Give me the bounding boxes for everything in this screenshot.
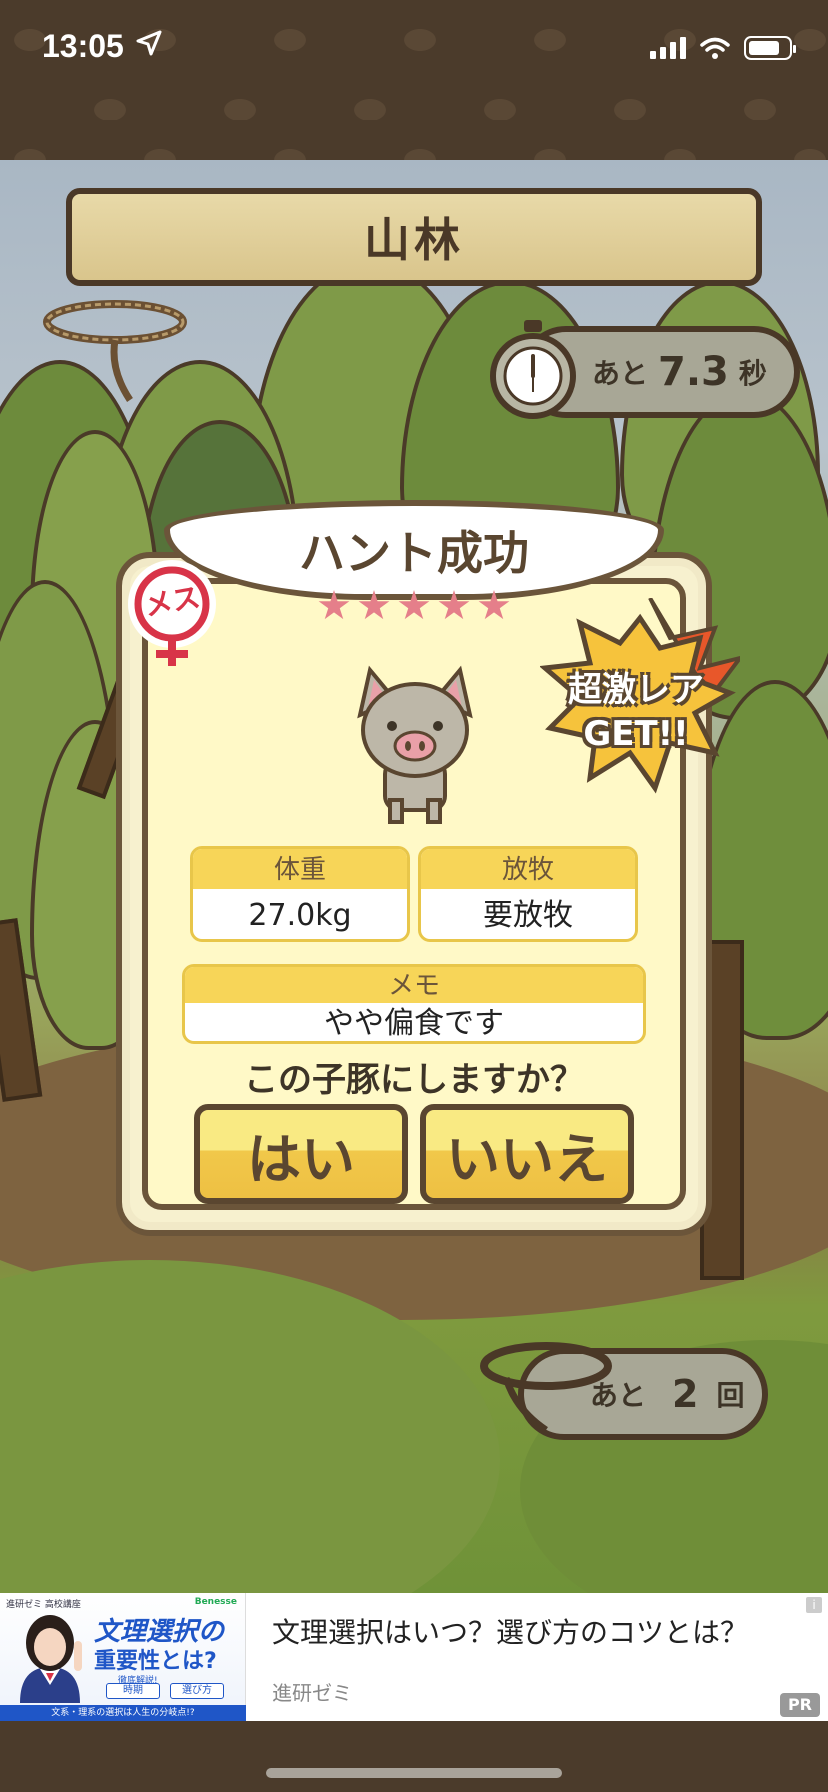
student-illustration [20,1615,82,1703]
ad-image-btn-howto: 選び方 [170,1683,224,1699]
grazing-value: 要放牧 [483,898,573,933]
status-icons [650,36,796,60]
timer-suffix: 秒 [738,357,767,390]
ad-image-brand: Benesse [194,1597,237,1607]
rope-icon [43,300,187,402]
ad-image-footer: 文系・理系の選択は人生の分岐点!? [0,1705,246,1721]
status-time: 13:05 [42,28,124,64]
memo-field: メモ やや偏食です [182,964,646,1044]
ad-image-top-text: 進研ゼミ 高校講座 [6,1600,81,1610]
lasso-icon [480,1342,612,1433]
yes-button[interactable]: はい [194,1104,408,1204]
star-icon [318,590,350,620]
ad-headline[interactable]: 文理選択はいつ？選び方のコツとは？ [272,1611,748,1651]
ad-image[interactable]: 進研ゼミ 高校講座 Benesse 文理選択の 重要性とは? 徹底解説! 時期 … [0,1593,246,1721]
ad-image-btn-timing: 時期 [106,1683,160,1699]
confirm-question: この子豚にしますか？ [244,1060,584,1100]
star-icon [398,590,430,620]
no-button[interactable]: いいえ [420,1104,634,1204]
result-banner-text: ハント成功 [299,526,529,580]
timer-prefix: あと [592,357,649,390]
remaining-suffix: 回 [716,1379,745,1412]
rare-get-label: 超激レア GET!! [548,668,724,756]
cellular-signal-icon [650,37,686,59]
weight-value: 27.0kg [248,898,352,933]
weight-label: 体重 [193,849,407,889]
star-icon [358,590,390,620]
ad-pr-badge: PR [779,1693,820,1717]
star-icon [438,590,470,620]
home-indicator[interactable] [266,1768,562,1778]
ad-source: 進研ゼミ [272,1681,352,1705]
stopwatch-icon [490,320,576,419]
area-title-board: 山林 [66,188,762,286]
rarity-stars [318,590,510,622]
area-title: 山林 [364,213,464,267]
bottom-frame [0,1721,828,1792]
rare-line-2: GET!! [583,714,689,754]
rare-line-1: 超激レア [568,670,704,710]
grazing-label: 放牧 [421,849,635,889]
ad-image-headline-2: 重要性とは? [94,1649,217,1674]
weight-field: 体重 27.0kg [190,846,410,942]
memo-value: やや偏食です [324,1006,504,1041]
battery-icon [744,36,796,60]
wifi-icon [700,37,730,59]
location-arrow-icon [136,30,162,56]
info-icon[interactable]: i [806,1597,822,1613]
status-bar: 13:05 [0,0,828,160]
grazing-field: 放牧 要放牧 [418,846,638,942]
star-icon [478,590,510,620]
memo-label: メモ [185,967,643,1003]
timer-value: 7.3 [658,349,729,395]
ad-banner[interactable]: 進研ゼミ 高校講座 Benesse 文理選択の 重要性とは? 徹底解説! 時期 … [0,1593,828,1721]
remaining-value: 2 [672,1372,699,1416]
piglet-image [357,665,473,824]
